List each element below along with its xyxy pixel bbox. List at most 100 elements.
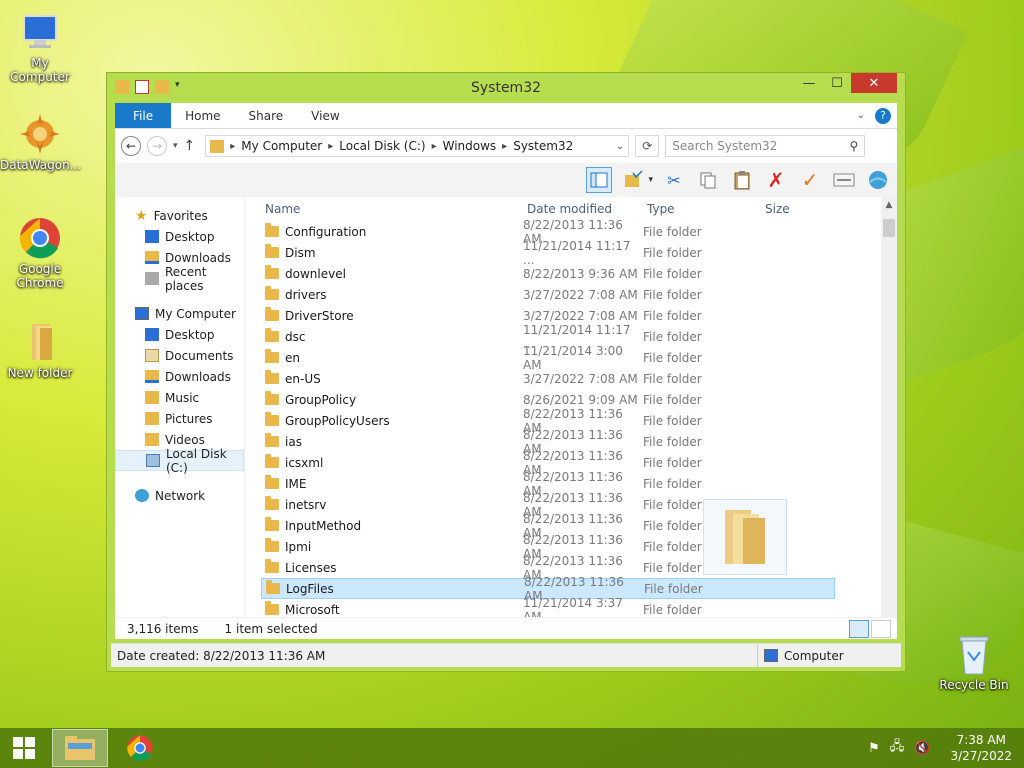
folder-icon	[265, 412, 279, 426]
desktop-icon-my-computer[interactable]: My Computer	[0, 10, 80, 84]
desktop-icon-new-folder[interactable]: New folder	[0, 320, 80, 380]
properties-button[interactable]	[831, 167, 857, 193]
copy-button[interactable]	[695, 167, 721, 193]
title-bar[interactable]: ▾ System32 — ☐ ✕	[107, 73, 905, 103]
taskbar-chrome[interactable]	[112, 729, 168, 767]
column-date-modified[interactable]: Date modified	[527, 202, 647, 216]
chevron-down-icon[interactable]: ▾	[648, 175, 653, 185]
file-name: GroupPolicyUsers	[285, 413, 390, 428]
tab-share[interactable]: Share	[235, 103, 298, 128]
desktop-icon-google-chrome[interactable]: Google Chrome	[0, 216, 80, 290]
navigation-pane-button[interactable]	[586, 167, 613, 193]
desktop-icon-label: New folder	[7, 366, 73, 380]
cut-button[interactable]: ✂	[661, 167, 687, 193]
file-name-cell: dsc	[261, 328, 523, 344]
address-bar[interactable]: ▸ My Computer ▸ Local Disk (C:) ▸ Window…	[205, 135, 630, 157]
drag-preview	[703, 499, 787, 575]
file-type: File folder	[643, 602, 702, 617]
clock[interactable]: 7:38 AM 3/27/2022	[950, 732, 1012, 764]
refresh-button[interactable]: ⟳	[635, 135, 660, 157]
breadcrumb-item[interactable]: Windows	[443, 139, 497, 153]
breadcrumb-item[interactable]: Local Disk (C:)	[339, 139, 425, 153]
nav-favorites-recent[interactable]: Recent places	[115, 265, 244, 293]
help-icon[interactable]: ?	[875, 107, 891, 124]
forward-button[interactable]: →	[147, 136, 167, 156]
file-type: File folder	[643, 329, 702, 344]
file-row[interactable]: downlevel 8/22/2013 9:36 AM File folder	[261, 263, 881, 284]
selection-count: 1 item selected	[224, 621, 318, 636]
maximize-button[interactable]: ☐	[823, 73, 851, 93]
desktop-icon-label: Google Chrome	[16, 262, 64, 290]
file-row[interactable]: drivers 3/27/2022 7:08 AM File folder	[261, 284, 881, 305]
view-buttons	[849, 619, 897, 638]
column-size[interactable]: Size	[765, 202, 845, 216]
large-icons-view-button[interactable]	[871, 619, 891, 638]
start-button[interactable]	[0, 728, 48, 768]
nav-computer-local-disk[interactable]: Local Disk (C:)	[115, 447, 244, 475]
back-button[interactable]: ←	[121, 136, 141, 156]
file-type: File folder	[643, 455, 702, 470]
folder-icon	[265, 454, 279, 468]
folder-icon	[265, 286, 279, 300]
vertical-scrollbar[interactable]: ▲ ▼	[881, 197, 897, 639]
scroll-up-icon[interactable]: ▲	[881, 197, 897, 213]
window-title: System32	[470, 80, 542, 96]
nav-computer-pictures[interactable]: Pictures	[115, 408, 244, 429]
close-button[interactable]: ✕	[851, 73, 897, 93]
column-name[interactable]: Name	[265, 202, 527, 216]
network-status-icon[interactable]: 🖧	[890, 737, 905, 759]
desktop-icon-recycle-bin[interactable]: Recycle Bin	[934, 632, 1014, 692]
desktop-icon	[145, 328, 159, 341]
file-type: File folder	[643, 350, 702, 365]
nav-my-computer[interactable]: My Computer	[115, 303, 244, 324]
minimize-button[interactable]: —	[795, 73, 823, 93]
folder-icon	[265, 307, 279, 321]
file-row[interactable]: en 11/21/2014 3:00 AM File folder	[261, 344, 881, 372]
file-type: File folder	[643, 476, 702, 491]
breadcrumb-item[interactable]: My Computer	[241, 139, 322, 153]
delete-button[interactable]: ✗	[763, 167, 789, 193]
internet-button[interactable]	[865, 167, 891, 193]
file-type: File folder	[643, 245, 702, 260]
file-name: Dism	[285, 245, 316, 260]
chevron-right-icon: ▸	[502, 140, 508, 152]
details-view-button[interactable]	[849, 619, 869, 638]
scissors-icon: ✂	[667, 170, 681, 190]
nav-favorites[interactable]: ★ Favorites	[115, 205, 244, 226]
file-row[interactable]: en-US 3/27/2022 7:08 AM File folder	[261, 368, 881, 389]
taskbar-file-explorer[interactable]	[52, 729, 108, 767]
file-name-cell: LogFiles	[262, 580, 524, 596]
recent-locations-icon[interactable]: ▾	[173, 141, 178, 151]
tab-home[interactable]: Home	[171, 103, 234, 128]
select-all-button[interactable]	[620, 167, 646, 193]
paste-button[interactable]	[729, 167, 755, 193]
tab-file[interactable]: File	[115, 103, 172, 128]
folder-icon	[265, 601, 279, 615]
desktop-icon	[145, 230, 159, 243]
nav-computer-music[interactable]: Music	[115, 387, 244, 408]
nav-computer-documents[interactable]: Documents	[115, 345, 244, 366]
file-name-cell: Configuration	[261, 223, 523, 239]
up-icon[interactable]: ↑	[184, 138, 196, 154]
folder-icon	[265, 391, 279, 405]
action-center-flag-icon[interactable]: ⚑	[868, 741, 880, 756]
file-type: File folder	[643, 434, 702, 449]
scroll-thumb[interactable]	[883, 219, 895, 237]
breadcrumb-item[interactable]: System32	[513, 139, 573, 153]
column-type[interactable]: Type	[647, 202, 765, 216]
tab-view[interactable]: View	[297, 103, 353, 128]
search-input[interactable]: Search System32 ⚲	[665, 135, 866, 157]
file-name: Configuration	[285, 224, 367, 239]
file-row[interactable]: Dism 11/21/2014 11:17 ... File folder	[261, 239, 881, 267]
nav-computer-downloads[interactable]: Downloads	[115, 366, 244, 387]
nav-favorites-desktop[interactable]: Desktop	[115, 226, 244, 247]
expand-ribbon-icon[interactable]: ⌄	[857, 110, 865, 121]
nav-network[interactable]: Network	[115, 485, 244, 506]
rename-button[interactable]: ✓	[797, 167, 823, 193]
desktop-icon-datawagon[interactable]: DataWagon...	[0, 112, 81, 172]
folder-icon	[265, 433, 279, 447]
chevron-down-icon[interactable]: ⌄	[616, 141, 624, 152]
content-area: ★ Favorites Desktop Downloads Recent pla…	[115, 197, 897, 639]
volume-muted-icon[interactable]: 🔇	[914, 741, 930, 756]
nav-computer-desktop[interactable]: Desktop	[115, 324, 244, 345]
